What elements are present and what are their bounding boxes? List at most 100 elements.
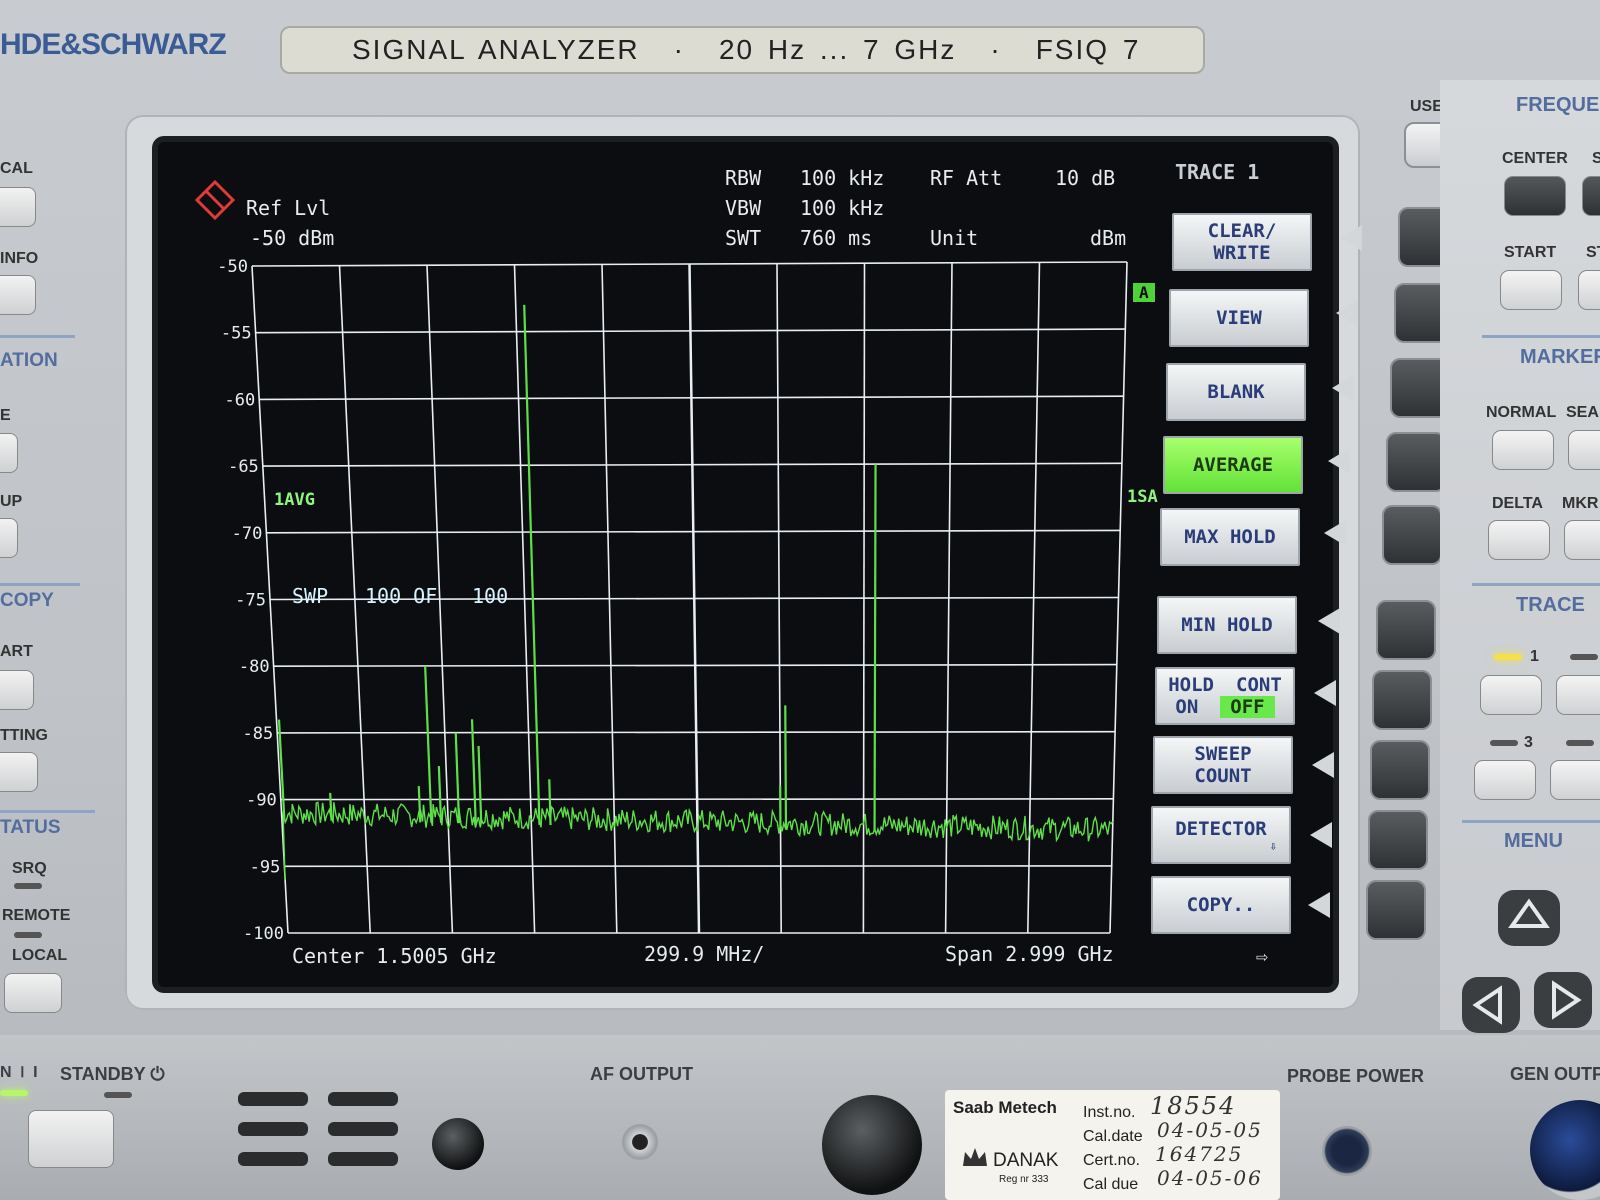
blank-softkey[interactable]: BLANK xyxy=(1166,363,1306,421)
power-led xyxy=(0,1090,28,1096)
softkey-label: MAX HOLD xyxy=(1184,526,1276,548)
label-cal: CAL xyxy=(0,160,33,177)
softkey-label: BLANK xyxy=(1207,381,1265,403)
label-local: LOCAL xyxy=(12,947,68,964)
hw-softkey-6[interactable] xyxy=(1376,600,1436,660)
instrument-front-panel: HDE&SCHWARZ SIGNAL ANALYZER · 20 Hz ... … xyxy=(0,0,1600,1200)
cal-company: Saab Metech xyxy=(953,1098,1057,1117)
volume-knob[interactable] xyxy=(432,1118,484,1170)
trace3-label: 3 xyxy=(1524,734,1533,751)
detector-softkey[interactable]: DETECTOR ⇩ xyxy=(1151,806,1291,864)
setup-button[interactable] xyxy=(0,433,18,473)
trace2-button[interactable] xyxy=(1556,675,1600,715)
hw-softkey-4[interactable] xyxy=(1386,432,1446,492)
inst-no-value: 18554 xyxy=(1150,1092,1237,1120)
model-range: 20 Hz ... 7 GHz xyxy=(718,34,957,65)
hw-softkey-8[interactable] xyxy=(1370,740,1430,800)
trace-group-label: TRACE xyxy=(1516,594,1585,616)
stop-button[interactable] xyxy=(1578,270,1600,310)
submenu-arrow-icon: ⇩ xyxy=(1269,839,1277,853)
span-button[interactable] xyxy=(1582,176,1600,216)
crown-icon xyxy=(963,1148,987,1166)
start-button[interactable] xyxy=(0,670,34,710)
menu-right-arrow-icon[interactable] xyxy=(1532,970,1594,1030)
hw-softkey-10[interactable] xyxy=(1366,880,1426,940)
setup2-button[interactable] xyxy=(0,518,18,558)
search-label: SEA xyxy=(1566,404,1599,421)
stop-label: ST xyxy=(1586,244,1600,261)
hw-softkey-5[interactable] xyxy=(1382,505,1442,565)
probe-power-connector[interactable] xyxy=(1322,1126,1372,1176)
trace3-button[interactable] xyxy=(1474,760,1536,800)
danak-label: DANAK xyxy=(993,1150,1059,1171)
unit-label: Unit xyxy=(930,226,979,250)
mkr-label: MKR xyxy=(1562,495,1599,512)
label-info: INFO xyxy=(0,250,39,267)
softkey-line2: WRITE xyxy=(1213,242,1271,264)
min-hold-softkey[interactable]: MIN HOLD xyxy=(1157,596,1297,654)
next-arrow-icon: ⇨ xyxy=(1256,944,1269,968)
label-remote: REMOTE xyxy=(2,907,71,924)
rbw-value: 100 kHz xyxy=(800,166,885,190)
local-button[interactable] xyxy=(4,973,62,1013)
probe-power-label: PROBE POWER xyxy=(1287,1066,1425,1086)
menu-up-arrow-icon[interactable] xyxy=(1496,888,1562,948)
vent-slot xyxy=(238,1122,308,1136)
average-softkey[interactable]: AVERAGE xyxy=(1163,436,1303,494)
divider xyxy=(1482,335,1600,338)
softkey-line1: SWEEP xyxy=(1194,743,1252,765)
center-button[interactable] xyxy=(1504,176,1566,216)
cal-due-value: 04-05-06 xyxy=(1157,1166,1263,1190)
softkey-line1: CLEAR/ xyxy=(1207,220,1277,242)
vbw-label: VBW xyxy=(725,196,762,220)
start-button[interactable] xyxy=(1500,270,1562,310)
menu-left-arrow-icon[interactable] xyxy=(1460,975,1522,1035)
calibration-sticker: Saab Metech Inst.no. 18554 Cal.date 04-0… xyxy=(945,1090,1280,1200)
sweep-count: 100 OF xyxy=(365,584,438,608)
softkey-row: ON OFF xyxy=(1175,696,1275,718)
label-e: E xyxy=(0,407,11,424)
af-output-jack[interactable] xyxy=(622,1124,658,1160)
marker-normal-button[interactable] xyxy=(1492,430,1554,470)
unit-value: dBm xyxy=(1090,226,1127,250)
trace4-button[interactable] xyxy=(1550,760,1600,800)
trace1-button[interactable] xyxy=(1480,675,1542,715)
info-button[interactable] xyxy=(0,275,36,315)
hw-softkey-7[interactable] xyxy=(1372,670,1432,730)
cert-no-value: 164725 xyxy=(1155,1142,1244,1166)
power-button[interactable] xyxy=(28,1110,114,1168)
softkey-label: VIEW xyxy=(1216,307,1262,329)
sweep-count-softkey[interactable]: SWEEP COUNT xyxy=(1153,736,1293,794)
model-plate: SIGNAL ANALYZER · 20 Hz ... 7 GHz · FSIQ… xyxy=(280,26,1205,74)
softkey-label: MIN HOLD xyxy=(1181,614,1273,636)
hw-softkey-9[interactable] xyxy=(1368,810,1428,870)
reg-no: Reg nr 333 xyxy=(999,1174,1049,1185)
menu-group-label: MENU xyxy=(1504,830,1563,852)
trace1-led xyxy=(1494,654,1522,660)
marker-mkr-button[interactable] xyxy=(1564,520,1600,560)
copy-softkey[interactable]: COPY.. xyxy=(1151,876,1291,934)
sweep-total: 100 xyxy=(472,584,509,608)
rbw-label: RBW xyxy=(725,166,762,190)
marker-search-button[interactable] xyxy=(1568,430,1600,470)
divider xyxy=(0,583,80,586)
left-control-panel: CAL INFO ATION E UP COPY ART TTING TATUS… xyxy=(0,95,110,1030)
standby-led xyxy=(104,1092,132,1098)
marker-delta-button[interactable] xyxy=(1488,520,1550,560)
hold-cont-softkey[interactable]: HOLD CONT ON OFF xyxy=(1155,667,1295,725)
cal-button[interactable] xyxy=(0,187,36,227)
cal-due-label: Cal due xyxy=(1083,1176,1139,1193)
clear-write-softkey[interactable]: CLEAR/ WRITE xyxy=(1172,213,1312,271)
softkey-line2: COUNT xyxy=(1194,765,1252,787)
bottom-panel xyxy=(0,1035,1600,1200)
trace-menu-title: TRACE 1 xyxy=(1175,160,1260,184)
softkey-label: AVERAGE xyxy=(1192,454,1274,476)
setting-button[interactable] xyxy=(0,752,38,792)
rotary-knob[interactable] xyxy=(822,1095,922,1195)
cal-date-value: 04-05-05 xyxy=(1157,1118,1263,1142)
view-softkey[interactable]: VIEW xyxy=(1169,289,1309,347)
max-hold-softkey[interactable]: MAX HOLD xyxy=(1160,508,1300,566)
trace2-led xyxy=(1570,654,1598,660)
vent-slot xyxy=(328,1152,398,1166)
span: Span 2.999 GHz xyxy=(945,942,1114,966)
